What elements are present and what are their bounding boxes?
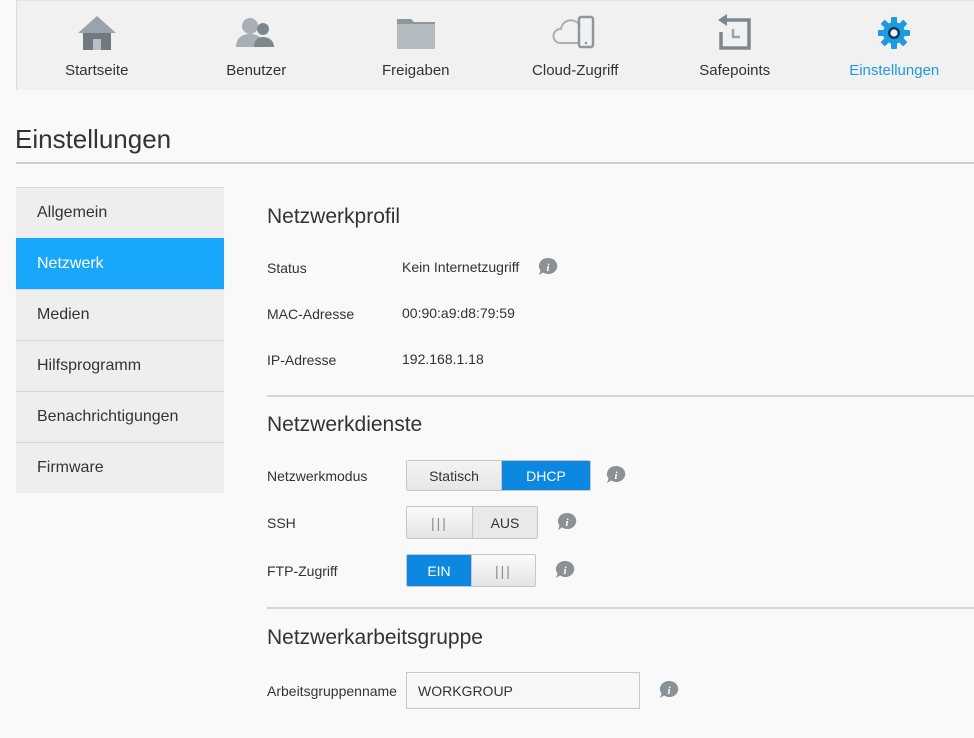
sidebar-item-medien[interactable]: Medien (16, 289, 224, 340)
sidebar-item-benachrichtigungen[interactable]: Benachrichtigungen (16, 391, 224, 442)
toggle-knob: ||| (471, 555, 535, 586)
users-icon (232, 13, 280, 53)
ftp-label: FTP-Zugriff (267, 563, 338, 579)
nav-item-freigaben[interactable]: Freigaben (336, 1, 496, 90)
status-value: Kein Internetzugriff (402, 259, 520, 275)
settings-sidebar: Allgemein Netzwerk Medien Hilfsprogramm … (16, 187, 224, 493)
mac-value: 00:90:a9:d8:79:59 (402, 305, 515, 321)
nav-label: Startseite (65, 62, 129, 79)
nav-label: Einstellungen (849, 62, 940, 79)
section-divider (267, 395, 974, 397)
ftp-info-icon[interactable]: i (555, 560, 575, 579)
section-title-netzwerkarbeitsgruppe: Netzwerkarbeitsgruppe (267, 626, 483, 649)
status-info-icon[interactable]: i (538, 257, 558, 276)
sidebar-item-firmware[interactable]: Firmware (16, 442, 224, 493)
nav-item-startseite[interactable]: Startseite (17, 1, 177, 90)
top-navigation: Startseite Benutzer Freigaben Cloud-Zugr… (16, 0, 974, 90)
netzwerkmodus-selector: Statisch DHCP (406, 460, 591, 491)
nav-item-einstellungen[interactable]: Einstellungen (815, 1, 974, 90)
nav-label: Freigaben (381, 62, 450, 79)
arbeitsgruppenname-input[interactable] (406, 672, 640, 709)
nav-label: Safepoints (699, 62, 771, 79)
ssh-info-icon[interactable]: i (557, 512, 577, 531)
gear-icon (870, 13, 918, 53)
section-title-netzwerkprofil: Netzwerkprofil (267, 205, 401, 228)
nav-item-safepoints[interactable]: Safepoints (655, 1, 815, 90)
mode-statisch-button[interactable]: Statisch (407, 461, 501, 490)
netzwerkmodus-label: Netzwerkmodus (267, 468, 368, 484)
ftp-state: EIN (407, 555, 471, 586)
nav-item-cloud-zugriff[interactable]: Cloud-Zugriff (496, 1, 656, 90)
ssh-state: AUS (472, 507, 537, 538)
ftp-toggle[interactable]: EIN ||| (406, 554, 536, 587)
sidebar-item-netzwerk[interactable]: Netzwerk (16, 238, 224, 289)
ip-value: 192.168.1.18 (402, 351, 484, 367)
section-title-netzwerkdienste: Netzwerkdienste (267, 413, 423, 436)
cloud-device-icon (551, 13, 599, 53)
safepoint-icon (711, 13, 759, 53)
netzwerkmodus-info-icon[interactable]: i (606, 465, 626, 484)
title-divider (16, 162, 974, 164)
nav-label: Cloud-Zugriff (532, 62, 619, 79)
toggle-knob: ||| (407, 507, 472, 538)
section-divider (267, 607, 974, 609)
page-title: Einstellungen (15, 124, 172, 154)
ip-label: IP-Adresse (267, 352, 337, 368)
home-icon (73, 13, 121, 53)
sidebar-item-hilfsprogramm[interactable]: Hilfsprogramm (16, 340, 224, 391)
ssh-toggle[interactable]: ||| AUS (406, 506, 538, 539)
nav-item-benutzer[interactable]: Benutzer (177, 1, 337, 90)
nav-label: Benutzer (226, 62, 287, 79)
arbeitsgruppe-info-icon[interactable]: i (659, 680, 679, 699)
folder-icon (392, 13, 440, 53)
status-label: Status (267, 260, 307, 276)
ssh-label: SSH (267, 515, 296, 531)
arbeitsgruppenname-label: Arbeitsgruppenname (267, 683, 397, 699)
sidebar-item-allgemein[interactable]: Allgemein (16, 187, 224, 238)
mac-label: MAC-Adresse (267, 306, 355, 322)
mode-dhcp-button[interactable]: DHCP (501, 461, 590, 490)
